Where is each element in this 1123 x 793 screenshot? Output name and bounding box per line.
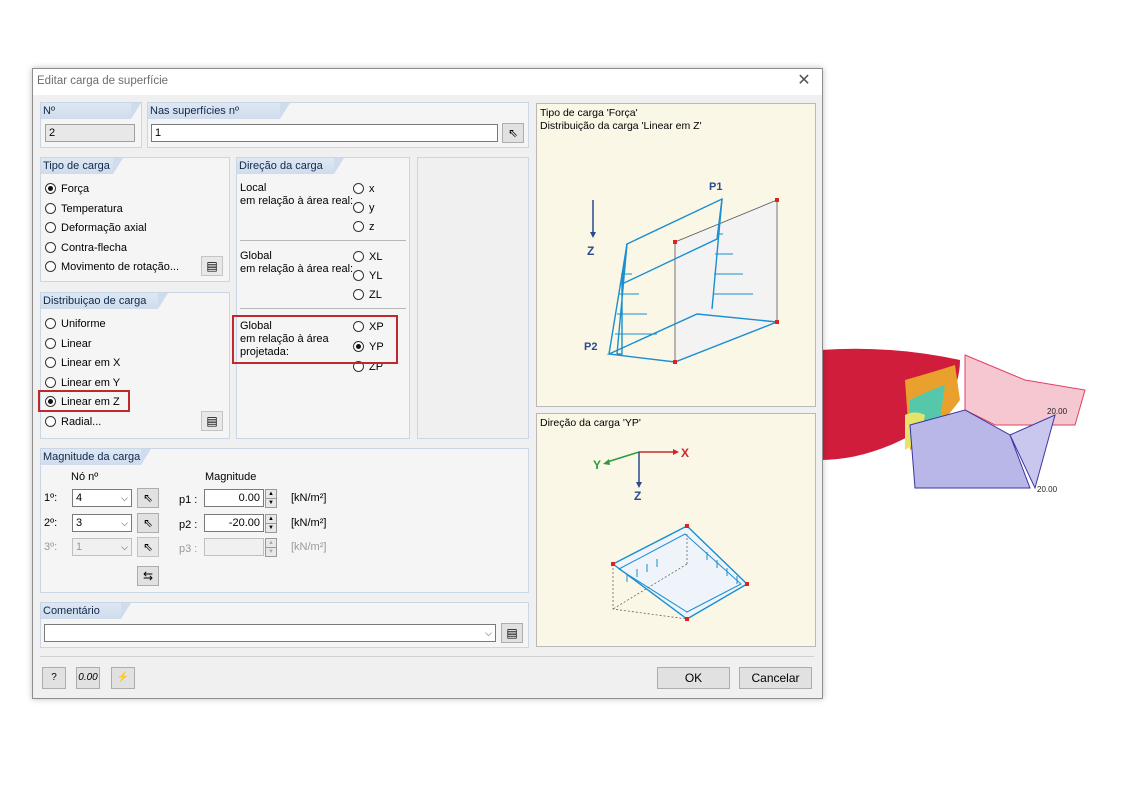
axis-z-label-bottom: Z <box>634 489 641 503</box>
close-icon[interactable]: ✕ <box>796 73 812 89</box>
direction-separator-2 <box>240 308 406 309</box>
p3-unit: [kN/m²] <box>291 541 327 553</box>
row2-label: 2º: <box>44 517 58 529</box>
title-bar: Editar carga de superfície ✕ <box>33 69 822 95</box>
row1-label: 1º: <box>44 492 58 504</box>
global-label: Global <box>240 250 272 262</box>
p2-diagram-label: P2 <box>584 341 597 353</box>
chevron-down-icon: ⌵ <box>121 493 128 503</box>
axis-x-label: X <box>681 446 689 460</box>
surfaces-label: Nas superfícies nº <box>148 103 290 119</box>
highlight-linear-z <box>38 390 130 412</box>
cancel-button[interactable]: Cancelar <box>739 667 812 689</box>
p3-label: p3 : <box>179 543 198 555</box>
pick-surface-icon[interactable]: ⇖ <box>502 123 524 143</box>
node2-combo[interactable]: 3 ⌵ <box>72 514 132 532</box>
linear-z-diagram: Z P1 P2 <box>584 181 779 364</box>
chevron-down-icon: ⌵ <box>485 628 492 638</box>
p1-diagram-label: P1 <box>709 181 722 193</box>
dialog-title: Editar carga de superfície <box>37 75 169 87</box>
surfaces-group: Nas superfícies nº 1 ⇖ <box>147 102 529 148</box>
p1-label: p1 : <box>179 494 198 506</box>
pick-node1-icon[interactable]: ⇖ <box>137 488 159 508</box>
chevron-down-icon: ⌵ <box>121 542 128 552</box>
p2-unit: [kN/m²] <box>291 517 327 529</box>
background-3d-model: 20.00 20.00 <box>820 348 1086 494</box>
magnitude-header: Magnitude <box>205 471 257 483</box>
preview-load-direction: Direção da carga 'YP' X Y Z <box>536 413 816 647</box>
p3-spinner[interactable]: ▲ ▼ <box>265 538 279 557</box>
local-label: Local <box>240 182 267 194</box>
distribution-label: Distribuiçao de carga <box>41 293 168 309</box>
distribution-group: Distribuiçao de carga Uniforme Linear Li… <box>40 292 230 439</box>
p2-spinner[interactable]: ▲ ▼ <box>265 514 279 533</box>
bg-label-1: 20.00 <box>1047 407 1068 416</box>
direction-yp-diagram: X Y Z <box>593 446 749 621</box>
local-sub: em relação à área real: <box>240 195 354 207</box>
bg-label-2: 20.00 <box>1037 485 1058 494</box>
no-label: Nº <box>41 103 141 119</box>
p1-spinner[interactable]: ▲ ▼ <box>265 489 279 508</box>
no-field[interactable]: 2 <box>45 124 135 142</box>
global-sub: em relação à área real: <box>240 263 354 275</box>
row3-label: 3º: <box>44 541 58 553</box>
rotation-settings-icon[interactable]: ▤ <box>201 256 223 276</box>
surfaces-input[interactable]: 1 <box>151 124 498 142</box>
comment-label: Comentário <box>41 603 131 619</box>
swap-nodes-icon[interactable]: ⇆ <box>137 566 159 586</box>
magnitude-label: Magnitude da carga <box>41 449 151 465</box>
load-type-label: Tipo de carga <box>41 158 123 174</box>
edit-surface-load-dialog: Editar carga de superfície ✕ Nº 2 Nas su… <box>32 68 823 699</box>
node3-combo[interactable]: 1 ⌵ <box>72 538 132 556</box>
preview-load-type: Tipo de carga 'Força' Distribuição da ca… <box>536 103 816 407</box>
empty-pane <box>417 157 529 439</box>
pick-node3-icon[interactable]: ⇖ <box>137 537 159 557</box>
help-icon[interactable]: ? <box>42 667 66 689</box>
ok-button[interactable]: OK <box>657 667 730 689</box>
bottom-separator <box>40 656 814 657</box>
load-wizard-icon[interactable]: ⚡ <box>111 667 135 689</box>
p2-input[interactable]: -20.00 <box>204 514 264 532</box>
node1-combo[interactable]: 4 ⌵ <box>72 489 132 507</box>
radial-settings-icon[interactable]: ▤ <box>201 411 223 431</box>
p3-input[interactable] <box>204 538 264 556</box>
pick-node2-icon[interactable]: ⇖ <box>137 513 159 533</box>
magnitude-group: Magnitude da carga Nó nº Magnitude 1º: 4… <box>40 448 529 593</box>
no-group: Nº 2 <box>40 102 142 148</box>
p1-unit: [kN/m²] <box>291 492 327 504</box>
comment-library-icon[interactable]: ▤ <box>501 623 523 643</box>
direction-label: Direção da carga <box>237 158 344 174</box>
chevron-down-icon: ⌵ <box>121 518 128 528</box>
node-header: Nó nº <box>71 471 99 483</box>
load-type-group: Tipo de carga Força Temperatura Deformaç… <box>40 157 230 282</box>
comment-combo[interactable]: ⌵ <box>44 624 496 642</box>
highlight-global-projected <box>232 315 398 364</box>
units-icon[interactable]: 0.00 <box>76 667 100 689</box>
axis-z-label: Z <box>587 244 594 258</box>
comment-group: Comentário ⌵ ▤ <box>40 602 529 648</box>
direction-separator-1 <box>240 240 406 241</box>
axis-y-label: Y <box>593 458 601 472</box>
p1-input[interactable]: 0.00 <box>204 489 264 507</box>
p2-label: p2 : <box>179 519 198 531</box>
direction-group: Direção da carga Local em relação à área… <box>236 157 410 439</box>
